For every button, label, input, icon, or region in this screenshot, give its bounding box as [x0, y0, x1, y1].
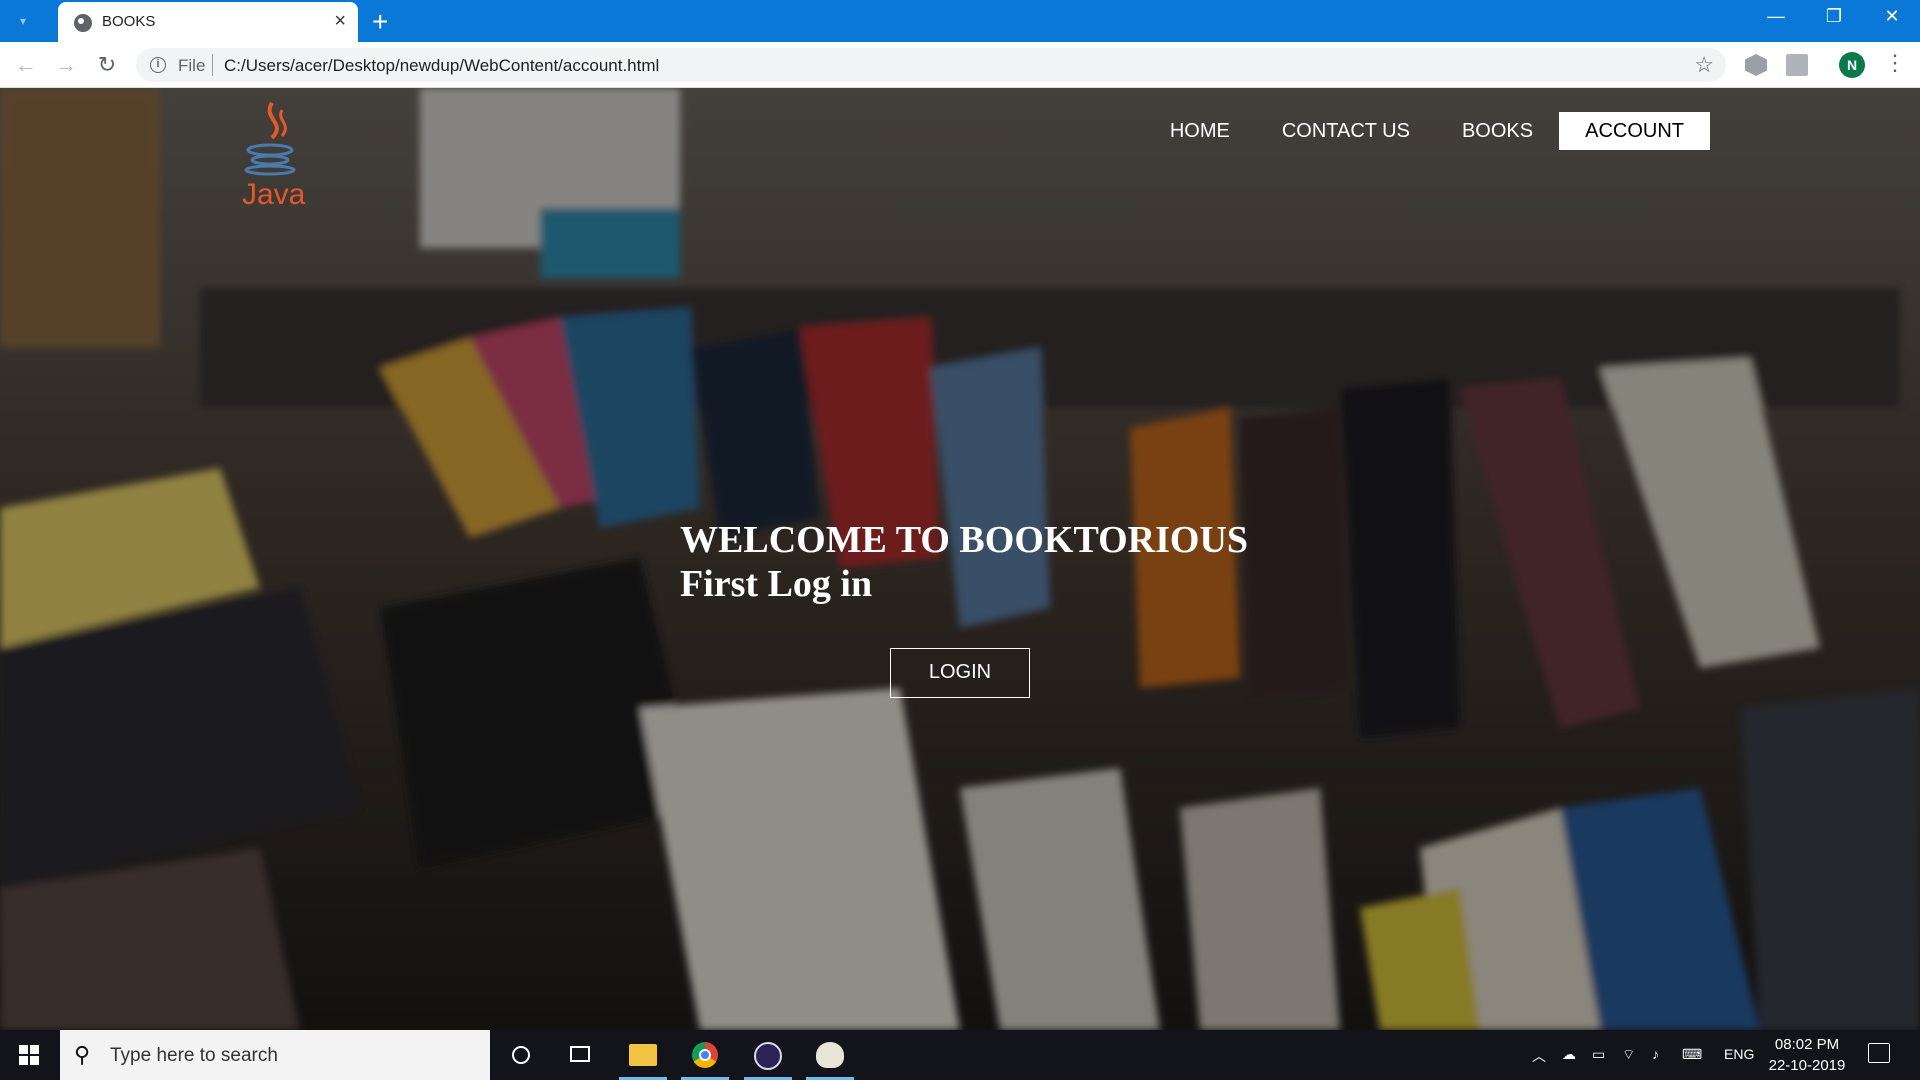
new-tab-button[interactable]: +	[372, 6, 388, 38]
keyboard-icon[interactable]: ⌨	[1682, 1046, 1702, 1063]
paint-icon[interactable]	[802, 1030, 858, 1080]
onedrive-icon[interactable]: ☁	[1562, 1046, 1576, 1063]
clock-time: 08:02 PM	[1774, 1036, 1840, 1053]
nav-books[interactable]: BOOKS	[1436, 112, 1559, 150]
reload-icon[interactable]: ↻	[93, 51, 121, 79]
address-url[interactable]: C:/Users/acer/Desktop/newdup/WebContent/…	[224, 56, 659, 76]
java-logo[interactable]: Java	[232, 98, 362, 218]
info-icon[interactable]: i	[150, 57, 166, 73]
nav-home[interactable]: HOME	[1144, 112, 1256, 150]
nav-contact-us[interactable]: CONTACT US	[1256, 112, 1436, 150]
tab-title: BOOKS	[102, 13, 156, 30]
close-tab-icon[interactable]: ×	[334, 10, 346, 33]
java-cup-icon	[244, 101, 296, 176]
wifi-icon[interactable]: ⌔	[1622, 1046, 1635, 1064]
window-close-icon[interactable]: ✕	[1862, 6, 1920, 27]
hero-text: WELCOME TO BOOKTORIOUS First Log in	[680, 518, 1248, 606]
browser-toolbar: ← → ↻ i File C:/Users/acer/Desktop/newdu…	[0, 42, 1920, 88]
restore-icon[interactable]: ❐	[1804, 6, 1864, 27]
main-nav: HOME CONTACT US BOOKS ACCOUNT	[1144, 112, 1710, 150]
windows-taskbar: ⚲ Type here to search ︿ ☁ ▭ ⌔ ♪ ⌨ ENG 08…	[0, 1030, 1920, 1080]
volume-icon[interactable]: ♪	[1652, 1046, 1659, 1062]
browser-menu-icon[interactable]: ⋮	[1884, 50, 1906, 76]
clock[interactable]: 08:02 PM 22-10-2019	[1762, 1034, 1852, 1076]
taskbar-search[interactable]: ⚲ Type here to search	[60, 1030, 490, 1080]
notification-icon[interactable]	[1868, 1043, 1890, 1063]
show-hidden-icons-icon[interactable]: ︿	[1532, 1046, 1546, 1066]
language-indicator[interactable]: ENG	[1724, 1046, 1754, 1062]
minimize-icon[interactable]: —	[1746, 6, 1806, 27]
address-separator	[212, 54, 213, 76]
forward-icon[interactable]: →	[52, 51, 80, 79]
browser-titlebar: ▾ BOOKS × + — ❐ ✕	[0, 0, 1920, 42]
bookmark-star-icon[interactable]: ☆	[1694, 52, 1714, 78]
battery-icon[interactable]: ▭	[1592, 1046, 1605, 1063]
address-scheme: File	[178, 56, 206, 75]
taskbar-search-placeholder: Type here to search	[110, 1045, 278, 1066]
logo-label: Java	[242, 178, 306, 211]
clock-date: 22-10-2019	[1768, 1057, 1846, 1074]
profile-avatar[interactable]: N	[1839, 52, 1865, 78]
extension-pdf-icon[interactable]	[1786, 54, 1808, 76]
eclipse-icon[interactable]	[740, 1030, 796, 1080]
windows-start-icon[interactable]	[10, 1042, 50, 1068]
login-button[interactable]: LOGIN	[890, 648, 1030, 698]
hero-heading: WELCOME TO BOOKTORIOUS	[680, 519, 1249, 561]
cortana-icon[interactable]	[492, 1030, 548, 1080]
hero-subheading: First Log in	[680, 563, 873, 605]
browser-tab[interactable]: BOOKS ×	[58, 2, 358, 42]
page-viewport: Java HOME CONTACT US BOOKS ACCOUNT WELCO…	[0, 88, 1920, 1030]
globe-icon	[74, 14, 92, 32]
search-icon: ⚲	[74, 1042, 91, 1067]
task-view-icon[interactable]	[552, 1030, 608, 1080]
nav-account[interactable]: ACCOUNT	[1559, 112, 1710, 150]
chrome-icon[interactable]	[677, 1030, 733, 1080]
back-icon[interactable]: ←	[12, 51, 40, 79]
address-bar[interactable]: i File C:/Users/acer/Desktop/newdup/WebC…	[136, 48, 1726, 82]
file-explorer-icon[interactable]	[615, 1030, 671, 1080]
tab-search-icon[interactable]: ▾	[12, 11, 34, 31]
extension-cube-icon[interactable]	[1745, 54, 1767, 76]
